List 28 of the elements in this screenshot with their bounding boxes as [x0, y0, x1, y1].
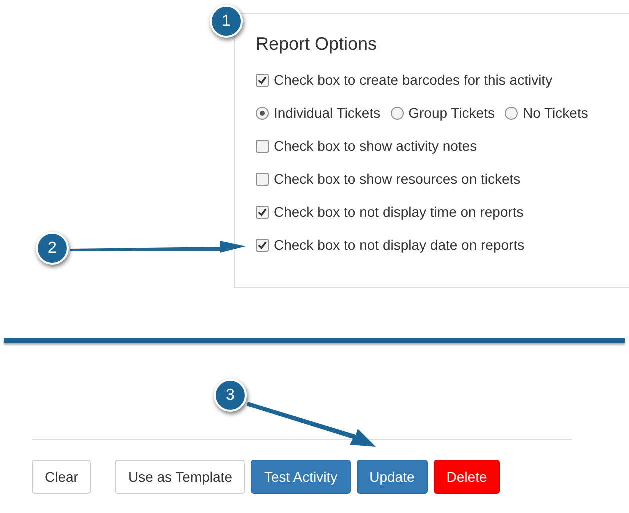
option-label: Check box to show resources on tickets: [274, 170, 521, 189]
radio-button[interactable]: [256, 107, 269, 120]
radio-button[interactable]: [390, 107, 404, 120]
checkmark-icon: [258, 76, 267, 85]
checkbox[interactable]: [256, 239, 269, 252]
checkbox[interactable]: [256, 206, 269, 219]
action-button[interactable]: Update: [356, 460, 428, 494]
step-number-badge: 2: [36, 232, 69, 265]
option-label: Check box to not display date on reports: [274, 236, 525, 255]
radio-label: Individual Tickets: [274, 104, 381, 123]
action-button[interactable]: Use as Template: [115, 460, 246, 494]
step-number-badge: 3: [214, 379, 247, 412]
option-label: Check box to not display time on reports: [274, 203, 524, 222]
panel-title: Report Options: [256, 33, 378, 55]
delete-button[interactable]: Delete: [434, 460, 500, 494]
action-button[interactable]: Clear: [32, 460, 92, 494]
checkmark-icon: [258, 208, 267, 217]
action-button[interactable]: Test Activity: [251, 460, 351, 494]
checkbox[interactable]: [256, 140, 269, 153]
radio-label: Group Tickets: [408, 104, 495, 123]
checkmark-icon: [258, 241, 267, 250]
option-label: Check box to show activity notes: [274, 137, 478, 156]
radio-button[interactable]: [504, 107, 518, 120]
checkbox[interactable]: [256, 173, 269, 186]
radio-label: No Tickets: [522, 104, 588, 123]
checkbox[interactable]: [256, 74, 269, 87]
step-number-badge: 1: [210, 5, 243, 38]
option-label: Check box to create barcodes for this activity: [274, 71, 553, 90]
